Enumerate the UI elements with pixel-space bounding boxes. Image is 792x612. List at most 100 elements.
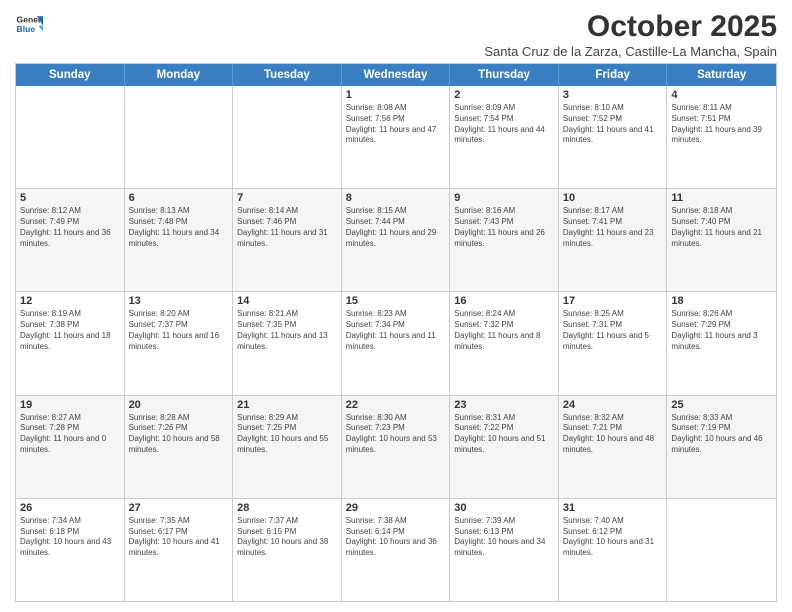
calendar-cell: 1 Sunrise: 8:08 AMSunset: 7:56 PMDaylight… [342, 86, 451, 188]
calendar-cell: 26 Sunrise: 7:34 AMSunset: 6:18 PMDayligh… [16, 499, 125, 601]
calendar-cell: 10 Sunrise: 8:17 AMSunset: 7:41 PMDayligh… [559, 189, 668, 291]
calendar-cell: 24 Sunrise: 8:32 AMSunset: 7:21 PMDayligh… [559, 396, 668, 498]
calendar-header: SundayMondayTuesdayWednesdayThursdayFrid… [16, 64, 776, 86]
header-day-monday: Monday [125, 64, 234, 86]
day-details: Sunrise: 8:16 AMSunset: 7:43 PMDaylight:… [454, 206, 554, 249]
calendar-cell: 30 Sunrise: 7:39 AMSunset: 6:13 PMDayligh… [450, 499, 559, 601]
day-details: Sunrise: 8:25 AMSunset: 7:31 PMDaylight:… [563, 309, 663, 352]
day-details: Sunrise: 8:30 AMSunset: 7:23 PMDaylight:… [346, 413, 446, 456]
calendar-cell: 4Sunrise: 8:11 AMSunset: 7:51 PMDaylight… [667, 86, 776, 188]
calendar-cell: 31 Sunrise: 7:40 AMSunset: 6:12 PMDayligh… [559, 499, 668, 601]
page: General Blue October 2025 Santa Cruz de … [0, 0, 792, 612]
day-details: Sunrise: 8:08 AMSunset: 7:56 PMDaylight:… [346, 103, 446, 146]
calendar-body: 1 Sunrise: 8:08 AMSunset: 7:56 PMDaylight… [16, 86, 776, 601]
day-number: 10 [563, 192, 663, 204]
svg-text:Blue: Blue [17, 24, 36, 34]
header-day-tuesday: Tuesday [233, 64, 342, 86]
day-details: Sunrise: 8:12 AMSunset: 7:49 PMDaylight:… [20, 206, 120, 249]
day-details: Sunrise: 8:32 AMSunset: 7:21 PMDaylight:… [563, 413, 663, 456]
day-details: Sunrise: 8:11 AMSunset: 7:51 PMDaylight:… [671, 103, 772, 146]
day-details: Sunrise: 7:34 AMSunset: 6:18 PMDaylight:… [20, 516, 120, 559]
day-number: 14 [237, 295, 337, 307]
day-details: Sunrise: 8:18 AMSunset: 7:40 PMDaylight:… [671, 206, 772, 249]
header: General Blue October 2025 Santa Cruz de … [15, 10, 777, 59]
day-number: 17 [563, 295, 663, 307]
day-number: 18 [671, 295, 772, 307]
day-details: Sunrise: 8:13 AMSunset: 7:48 PMDaylight:… [129, 206, 229, 249]
day-details: Sunrise: 8:33 AMSunset: 7:19 PMDaylight:… [671, 413, 772, 456]
day-number: 6 [129, 192, 229, 204]
calendar-cell: 16Sunrise: 8:24 AMSunset: 7:32 PMDayligh… [450, 292, 559, 394]
day-number: 25 [671, 399, 772, 411]
day-details: Sunrise: 8:27 AMSunset: 7:28 PMDaylight:… [20, 413, 120, 456]
day-number: 19 [20, 399, 120, 411]
day-number: 24 [563, 399, 663, 411]
logo-icon: General Blue [15, 10, 43, 38]
day-details: Sunrise: 8:19 AMSunset: 7:38 PMDaylight:… [20, 309, 120, 352]
header-day-wednesday: Wednesday [342, 64, 451, 86]
day-number: 27 [129, 502, 229, 514]
day-details: Sunrise: 8:29 AMSunset: 7:25 PMDaylight:… [237, 413, 337, 456]
header-day-sunday: Sunday [16, 64, 125, 86]
calendar-week-3: 12 Sunrise: 8:19 AMSunset: 7:38 PMDayligh… [16, 292, 776, 395]
day-number: 5 [20, 192, 120, 204]
day-details: Sunrise: 8:14 AMSunset: 7:46 PMDaylight:… [237, 206, 337, 249]
calendar-cell: 6 Sunrise: 8:13 AMSunset: 7:48 PMDaylight… [125, 189, 234, 291]
day-number: 15 [346, 295, 446, 307]
calendar-week-4: 19 Sunrise: 8:27 AMSunset: 7:28 PMDayligh… [16, 396, 776, 499]
calendar-cell: 14 Sunrise: 8:21 AMSunset: 7:35 PMDayligh… [233, 292, 342, 394]
day-details: Sunrise: 7:39 AMSunset: 6:13 PMDaylight:… [454, 516, 554, 559]
day-number: 26 [20, 502, 120, 514]
day-details: Sunrise: 8:31 AMSunset: 7:22 PMDaylight:… [454, 413, 554, 456]
month-title: October 2025 [484, 10, 777, 44]
day-details: Sunrise: 8:26 AMSunset: 7:29 PMDaylight:… [671, 309, 772, 352]
day-number: 23 [454, 399, 554, 411]
day-number: 12 [20, 295, 120, 307]
day-number: 9 [454, 192, 554, 204]
day-number: 13 [129, 295, 229, 307]
calendar-cell: 18 Sunrise: 8:26 AMSunset: 7:29 PMDayligh… [667, 292, 776, 394]
header-day-thursday: Thursday [450, 64, 559, 86]
calendar-cell [125, 86, 234, 188]
calendar-cell [16, 86, 125, 188]
day-number: 21 [237, 399, 337, 411]
day-details: Sunrise: 8:17 AMSunset: 7:41 PMDaylight:… [563, 206, 663, 249]
day-number: 20 [129, 399, 229, 411]
calendar-cell: 5 Sunrise: 8:12 AMSunset: 7:49 PMDaylight… [16, 189, 125, 291]
calendar-cell: 13Sunrise: 8:20 AMSunset: 7:37 PMDayligh… [125, 292, 234, 394]
day-number: 28 [237, 502, 337, 514]
calendar-cell: 2Sunrise: 8:09 AMSunset: 7:54 PMDaylight… [450, 86, 559, 188]
calendar-cell: 12 Sunrise: 8:19 AMSunset: 7:38 PMDayligh… [16, 292, 125, 394]
calendar-week-2: 5 Sunrise: 8:12 AMSunset: 7:49 PMDaylight… [16, 189, 776, 292]
day-details: Sunrise: 8:10 AMSunset: 7:52 PMDaylight:… [563, 103, 663, 146]
calendar-cell: 8Sunrise: 8:15 AMSunset: 7:44 PMDaylight… [342, 189, 451, 291]
header-day-friday: Friday [559, 64, 668, 86]
calendar-cell: 3 Sunrise: 8:10 AMSunset: 7:52 PMDaylight… [559, 86, 668, 188]
calendar-cell: 21 Sunrise: 8:29 AMSunset: 7:25 PMDayligh… [233, 396, 342, 498]
day-details: Sunrise: 8:21 AMSunset: 7:35 PMDaylight:… [237, 309, 337, 352]
calendar: SundayMondayTuesdayWednesdayThursdayFrid… [15, 63, 777, 602]
logo: General Blue [15, 10, 43, 38]
calendar-cell: 19 Sunrise: 8:27 AMSunset: 7:28 PMDayligh… [16, 396, 125, 498]
calendar-week-5: 26 Sunrise: 7:34 AMSunset: 6:18 PMDayligh… [16, 499, 776, 601]
day-number: 3 [563, 89, 663, 101]
day-number: 11 [671, 192, 772, 204]
calendar-cell: 17 Sunrise: 8:25 AMSunset: 7:31 PMDayligh… [559, 292, 668, 394]
day-number: 16 [454, 295, 554, 307]
header-day-saturday: Saturday [667, 64, 776, 86]
day-details: Sunrise: 7:40 AMSunset: 6:12 PMDaylight:… [563, 516, 663, 559]
calendar-cell: 27 Sunrise: 7:35 AMSunset: 6:17 PMDayligh… [125, 499, 234, 601]
calendar-week-1: 1 Sunrise: 8:08 AMSunset: 7:56 PMDaylight… [16, 86, 776, 189]
calendar-cell [233, 86, 342, 188]
day-number: 1 [346, 89, 446, 101]
day-number: 31 [563, 502, 663, 514]
calendar-cell: 28Sunrise: 7:37 AMSunset: 6:15 PMDayligh… [233, 499, 342, 601]
calendar-cell: 9 Sunrise: 8:16 AMSunset: 7:43 PMDaylight… [450, 189, 559, 291]
day-details: Sunrise: 7:35 AMSunset: 6:17 PMDaylight:… [129, 516, 229, 559]
calendar-cell [667, 499, 776, 601]
calendar-cell: 11 Sunrise: 8:18 AMSunset: 7:40 PMDayligh… [667, 189, 776, 291]
day-details: Sunrise: 8:09 AMSunset: 7:54 PMDaylight:… [454, 103, 554, 146]
day-number: 7 [237, 192, 337, 204]
day-number: 30 [454, 502, 554, 514]
day-details: Sunrise: 8:15 AMSunset: 7:44 PMDaylight:… [346, 206, 446, 249]
